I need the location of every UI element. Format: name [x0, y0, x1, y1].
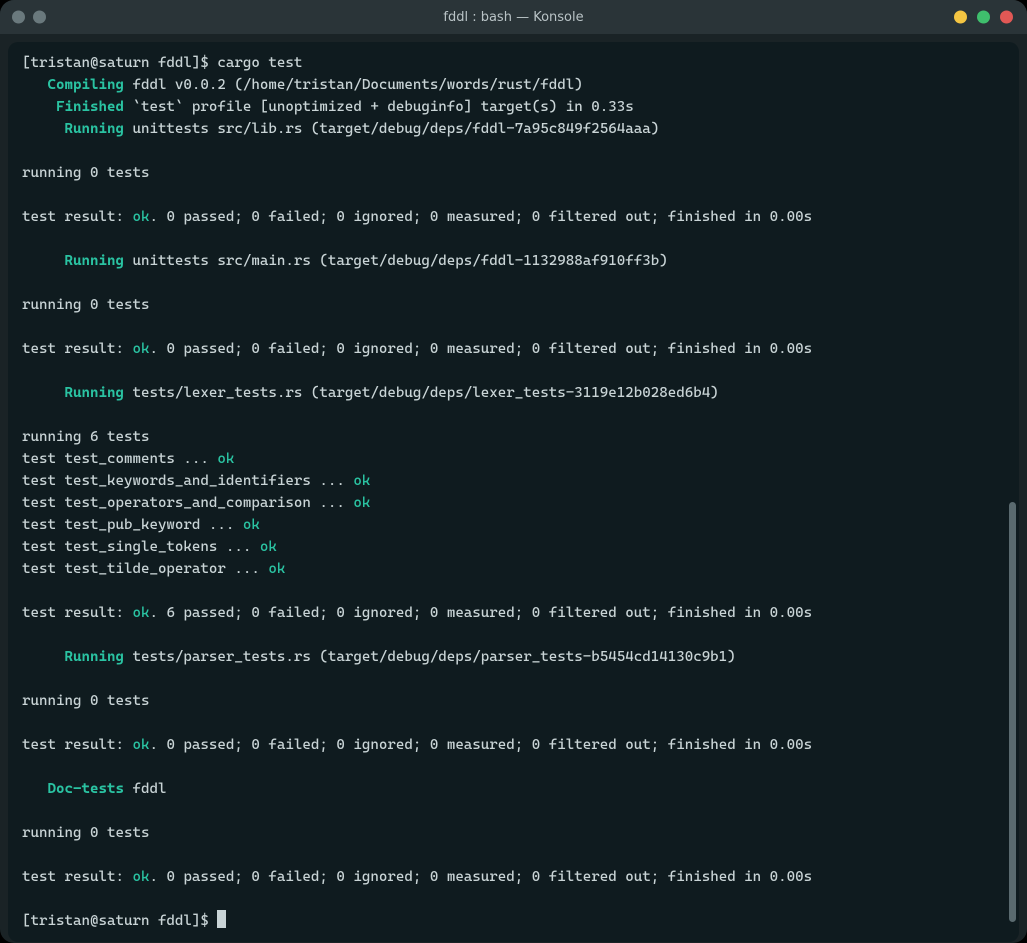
- minimize-button[interactable]: [954, 11, 967, 24]
- test-line: test test_comments ...: [22, 451, 217, 467]
- prompt: [tristan@saturn fddl]$: [22, 913, 217, 929]
- test-result-pre: test result:: [22, 869, 132, 885]
- ok-text: ok: [217, 451, 234, 467]
- running-label: Running: [22, 253, 124, 269]
- compiling-label: Compiling: [22, 77, 124, 93]
- terminal[interactable]: [tristan@saturn fddl]$ cargo test Compil…: [8, 42, 1019, 942]
- doctests-label: Doc-tests: [22, 781, 124, 797]
- running-label: Running: [22, 649, 124, 665]
- test-line: test test_pub_keyword ...: [22, 517, 243, 533]
- running-label: Running: [22, 121, 124, 137]
- close-button[interactable]: [1000, 11, 1013, 24]
- maximize-button[interactable]: [977, 11, 990, 24]
- test-result-post: . 0 passed; 0 failed; 0 ignored; 0 measu…: [149, 209, 812, 225]
- running-label: Running: [22, 385, 124, 401]
- finished-label: Finished: [22, 99, 124, 115]
- ok-text: ok: [353, 473, 370, 489]
- test-result-pre: test result:: [22, 605, 132, 621]
- compiling-text: fddl v0.0.2 (/home/tristan/Documents/wor…: [124, 77, 583, 93]
- terminal-container: [tristan@saturn fddl]$ cargo test Compil…: [0, 34, 1027, 943]
- ok-text: ok: [132, 605, 149, 621]
- running-text: unittests src/lib.rs (target/debug/deps/…: [124, 121, 659, 137]
- ok-text: ok: [132, 341, 149, 357]
- ok-text: ok: [268, 561, 285, 577]
- test-result-post: . 0 passed; 0 failed; 0 ignored; 0 measu…: [149, 737, 812, 753]
- titlebar[interactable]: fddl : bash — Konsole: [0, 0, 1027, 34]
- test-line: test test_single_tokens ...: [22, 539, 260, 555]
- ok-text: ok: [353, 495, 370, 511]
- test-result-pre: test result:: [22, 737, 132, 753]
- test-result-pre: test result:: [22, 209, 132, 225]
- window-title: fddl : bash — Konsole: [443, 10, 583, 25]
- cursor: [217, 910, 226, 928]
- test-result-pre: test result:: [22, 341, 132, 357]
- konsole-window: fddl : bash — Konsole [tristan@saturn fd…: [0, 0, 1027, 943]
- doctests-text: fddl: [124, 781, 166, 797]
- finished-text: `test` profile [unoptimized + debuginfo]…: [124, 99, 634, 115]
- window-control-dot[interactable]: [33, 11, 46, 24]
- running-tests: running 0 tests: [22, 297, 149, 313]
- test-result-post: . 6 passed; 0 failed; 0 ignored; 0 measu…: [149, 605, 812, 621]
- ok-text: ok: [243, 517, 260, 533]
- ok-text: ok: [132, 869, 149, 885]
- running-text: tests/parser_tests.rs (target/debug/deps…: [124, 649, 736, 665]
- running-tests: running 0 tests: [22, 165, 149, 181]
- ok-text: ok: [132, 737, 149, 753]
- scrollbar[interactable]: [1009, 502, 1016, 922]
- test-result-post: . 0 passed; 0 failed; 0 ignored; 0 measu…: [149, 341, 812, 357]
- ok-text: ok: [260, 539, 277, 555]
- running-tests: running 6 tests: [22, 429, 149, 445]
- test-line: test test_keywords_and_identifiers ...: [22, 473, 353, 489]
- test-result-post: . 0 passed; 0 failed; 0 ignored; 0 measu…: [149, 869, 812, 885]
- test-line: test test_tilde_operator ...: [22, 561, 268, 577]
- right-window-controls: [954, 11, 1013, 24]
- command: cargo test: [217, 55, 302, 71]
- running-tests: running 0 tests: [22, 693, 149, 709]
- window-control-dot[interactable]: [12, 11, 25, 24]
- running-tests: running 0 tests: [22, 825, 149, 841]
- ok-text: ok: [132, 209, 149, 225]
- left-window-controls: [12, 11, 46, 24]
- prompt: [tristan@saturn fddl]$: [22, 55, 217, 71]
- running-text: unittests src/main.rs (target/debug/deps…: [124, 253, 668, 269]
- running-text: tests/lexer_tests.rs (target/debug/deps/…: [124, 385, 719, 401]
- test-line: test test_operators_and_comparison ...: [22, 495, 353, 511]
